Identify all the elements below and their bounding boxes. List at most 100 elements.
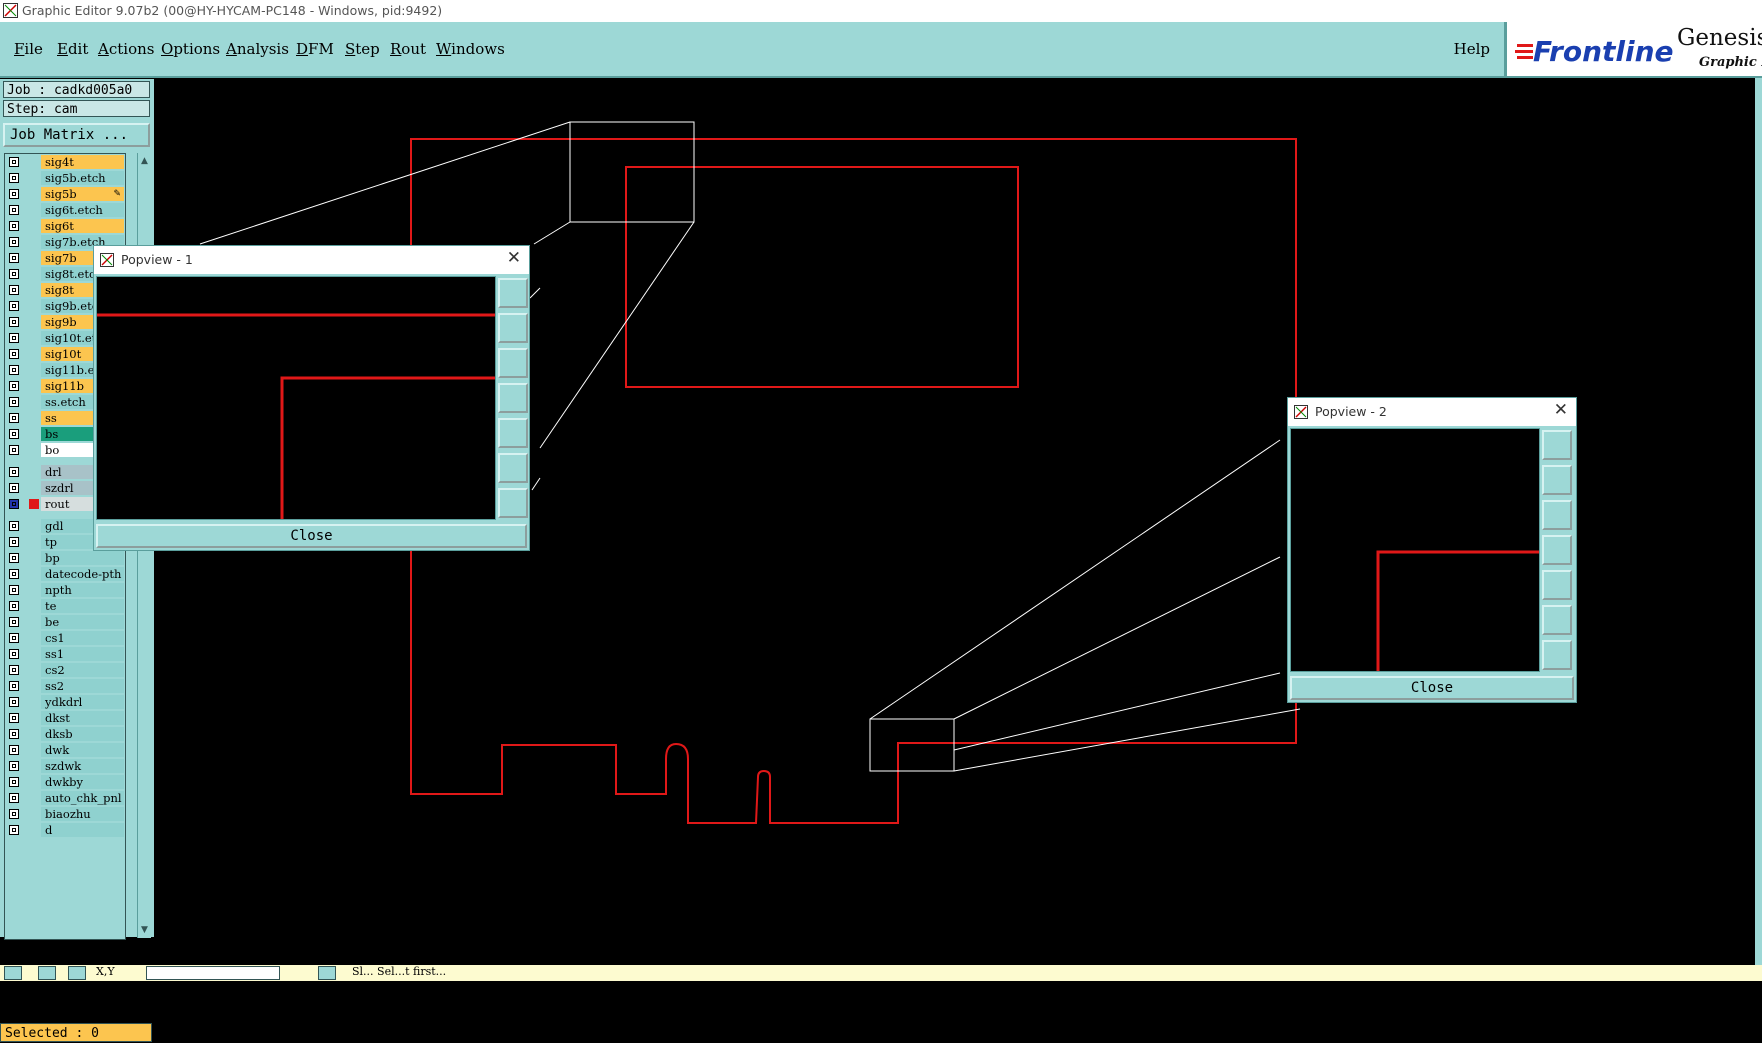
popview-1-titlebar[interactable]: Popview - 1 ✕	[94, 246, 529, 274]
close-icon[interactable]: ✕	[507, 248, 521, 268]
layer-checkbox[interactable]	[9, 537, 19, 547]
layer-checkbox[interactable]	[9, 745, 19, 755]
layer-label[interactable]: sig6t.etch	[41, 203, 124, 217]
layer-checkbox[interactable]	[9, 301, 19, 311]
layer-row-ss1[interactable]: ss1	[5, 646, 125, 662]
pan-right-icon[interactable]	[498, 418, 528, 448]
scroll-up-icon[interactable]: ▲	[139, 155, 150, 167]
layer-label[interactable]: ss1	[41, 647, 124, 661]
layer-label[interactable]: dksb	[41, 727, 124, 741]
layer-label[interactable]: cs1	[41, 631, 124, 645]
popview-2-close-button[interactable]: Close	[1290, 676, 1574, 700]
layer-label[interactable]: sig5b	[41, 187, 124, 201]
layer-checkbox[interactable]	[9, 809, 19, 819]
layer-checkbox[interactable]	[9, 221, 19, 231]
layer-row-dwkby[interactable]: dwkby	[5, 774, 125, 790]
layer-checkbox[interactable]	[9, 729, 19, 739]
popview-2-canvas[interactable]	[1290, 428, 1540, 672]
menu-edit[interactable]: Edit	[57, 40, 88, 58]
layer-checkbox[interactable]	[9, 649, 19, 659]
layer-row-bp[interactable]: bp	[5, 550, 125, 566]
layer-row-datecode-pth[interactable]: datecode-pth	[5, 566, 125, 582]
layer-row-dwk[interactable]: dwk	[5, 742, 125, 758]
layer-label[interactable]: szdwk	[41, 759, 124, 773]
status-button-2[interactable]	[38, 966, 56, 980]
layer-label[interactable]: ydkdrl	[41, 695, 124, 709]
zoom-out-icon[interactable]	[498, 488, 528, 518]
layer-label[interactable]: auto_chk_pnl	[41, 791, 124, 805]
menu-windows[interactable]: Windows	[436, 40, 505, 58]
layer-checkbox[interactable]	[9, 761, 19, 771]
layer-row-npth[interactable]: npth	[5, 582, 125, 598]
menu-actions[interactable]: Actions	[98, 40, 154, 58]
status-button-1[interactable]	[4, 966, 22, 980]
layer-label[interactable]: npth	[41, 583, 124, 597]
layer-checkbox[interactable]	[9, 499, 19, 509]
pan-left-icon[interactable]	[498, 383, 528, 413]
layer-row-dkst[interactable]: dkst	[5, 710, 125, 726]
layer-checkbox[interactable]	[9, 569, 19, 579]
layer-label[interactable]: dwkby	[41, 775, 124, 789]
popview-1-canvas[interactable]	[96, 276, 496, 520]
menu-analysis[interactable]: Analysis	[226, 40, 289, 58]
layer-label[interactable]: sig4t	[41, 155, 124, 169]
layer-checkbox[interactable]	[9, 713, 19, 723]
scroll-down-icon[interactable]: ▼	[139, 924, 150, 936]
pan-up-icon[interactable]	[498, 313, 528, 343]
pan-down-icon[interactable]	[498, 348, 528, 378]
layer-row-cs2[interactable]: cs2	[5, 662, 125, 678]
layer-label[interactable]: sig5b.etch	[41, 171, 124, 185]
layer-row-szdwk[interactable]: szdwk	[5, 758, 125, 774]
layer-checkbox[interactable]	[9, 429, 19, 439]
layer-checkbox[interactable]	[9, 445, 19, 455]
layer-label[interactable]: sig6t	[41, 219, 124, 233]
layer-row-sig6t.etch[interactable]: sig6t.etch	[5, 202, 125, 218]
menu-help[interactable]: Help	[1454, 40, 1490, 58]
menu-step[interactable]: Step	[345, 40, 380, 58]
layer-row-biaozhu[interactable]: biaozhu	[5, 806, 125, 822]
zoom-fit-icon[interactable]	[1542, 430, 1572, 460]
zoom-in-icon[interactable]	[1542, 605, 1572, 635]
layer-label[interactable]: datecode-pth	[41, 567, 124, 581]
layer-checkbox[interactable]	[9, 349, 19, 359]
layer-checkbox[interactable]	[9, 381, 19, 391]
layer-label[interactable]: te	[41, 599, 124, 613]
layer-checkbox[interactable]	[9, 365, 19, 375]
job-matrix-button[interactable]: Job Matrix ...	[3, 123, 150, 147]
layer-checkbox[interactable]	[9, 793, 19, 803]
layer-label[interactable]: dkst	[41, 711, 124, 725]
layer-row-ss2[interactable]: ss2	[5, 678, 125, 694]
layer-checkbox[interactable]	[9, 777, 19, 787]
layer-label[interactable]: d	[41, 823, 124, 837]
layer-row-be[interactable]: be	[5, 614, 125, 630]
layer-row-d[interactable]: d	[5, 822, 125, 838]
layer-label[interactable]: biaozhu	[41, 807, 124, 821]
layer-row-cs1[interactable]: cs1	[5, 630, 125, 646]
layer-checkbox[interactable]	[9, 665, 19, 675]
pan-down-icon[interactable]	[1542, 500, 1572, 530]
layer-checkbox[interactable]	[9, 205, 19, 215]
layer-checkbox[interactable]	[9, 237, 19, 247]
menu-options[interactable]: Options	[161, 40, 220, 58]
layer-checkbox[interactable]	[9, 189, 19, 199]
layer-label[interactable]: dwk	[41, 743, 124, 757]
coordinate-field[interactable]	[146, 966, 280, 980]
layer-label[interactable]: be	[41, 615, 124, 629]
layer-row-ydkdrl[interactable]: ydkdrl	[5, 694, 125, 710]
layer-checkbox[interactable]	[9, 269, 19, 279]
popview-1-close-button[interactable]: Close	[96, 524, 527, 548]
layer-label[interactable]: cs2	[41, 663, 124, 677]
pan-right-icon[interactable]	[1542, 570, 1572, 600]
layer-checkbox[interactable]	[9, 253, 19, 263]
status-button-4[interactable]	[318, 966, 336, 980]
menu-dfm[interactable]: DFM	[296, 40, 334, 58]
layer-checkbox[interactable]	[9, 173, 19, 183]
layer-checkbox[interactable]	[9, 333, 19, 343]
menu-file[interactable]: File	[14, 40, 43, 58]
layer-checkbox[interactable]	[9, 697, 19, 707]
layer-row-sig4t[interactable]: sig4t	[5, 154, 125, 170]
zoom-in-icon[interactable]	[498, 453, 528, 483]
layer-row-sig6t[interactable]: sig6t	[5, 218, 125, 234]
popview-2-titlebar[interactable]: Popview - 2 ✕	[1288, 398, 1576, 426]
zoom-fit-icon[interactable]	[498, 278, 528, 308]
